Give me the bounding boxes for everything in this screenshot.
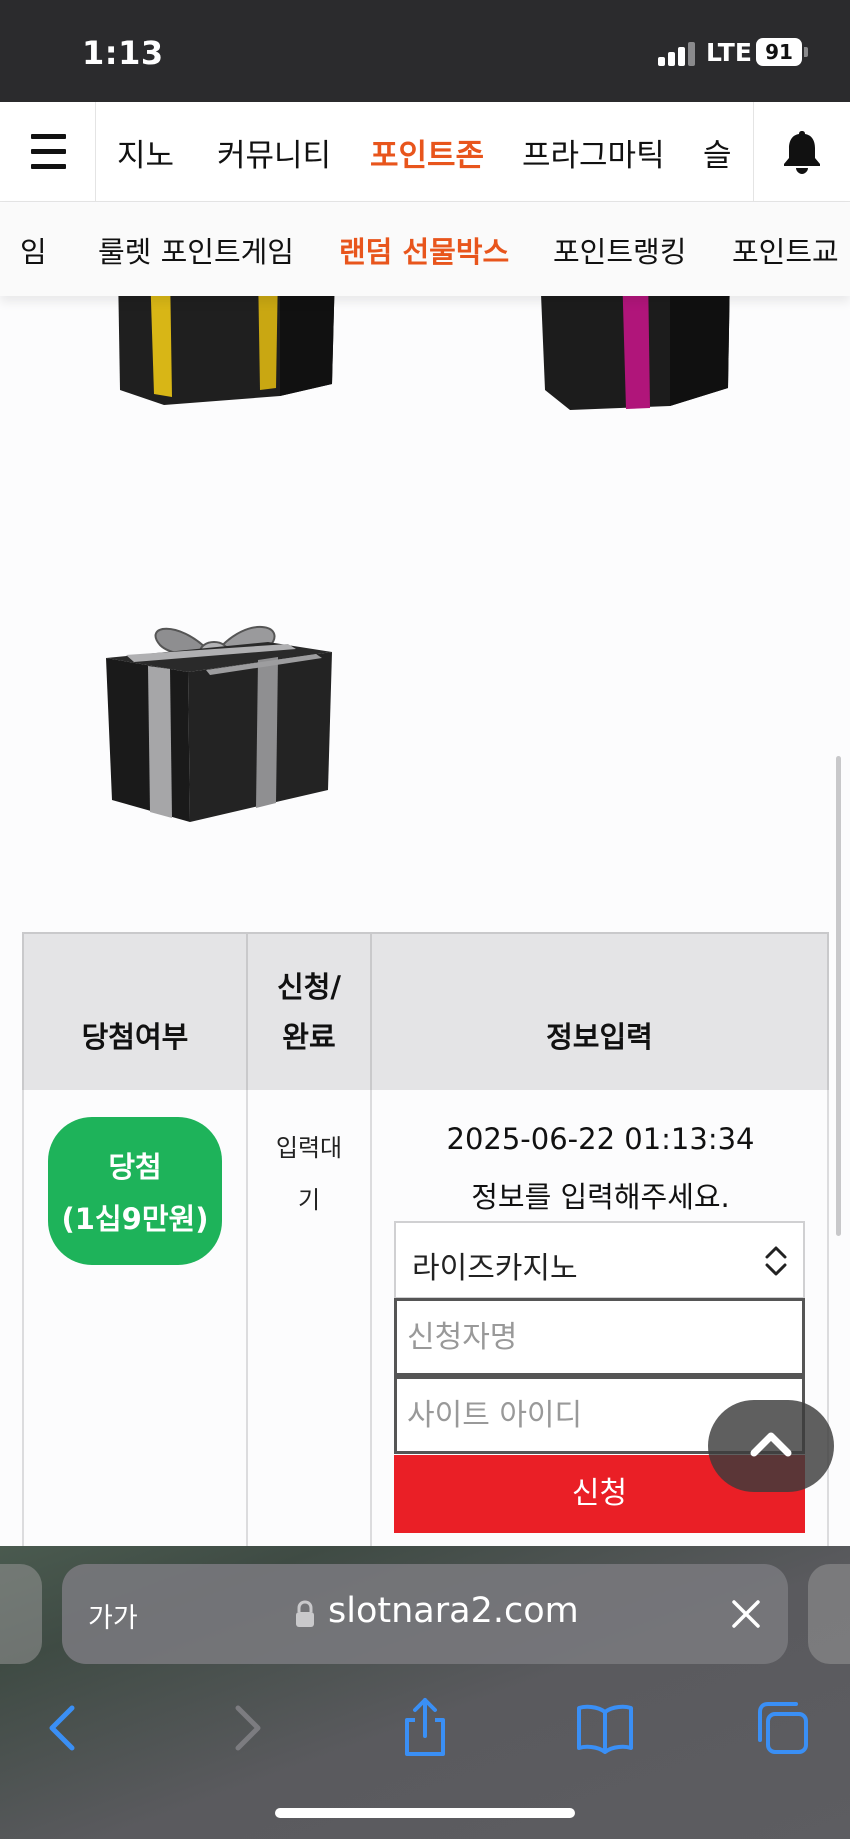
battery-tip bbox=[804, 47, 808, 57]
win-datetime: 2025-06-22 01:13:34 bbox=[446, 1122, 755, 1156]
select-arrows-icon bbox=[765, 1246, 787, 1276]
status-line2: 기 bbox=[297, 1186, 321, 1214]
sub-nav: 임 룰렛 포인트게임 랜덤 선물박스 포인트랭킹 포인트교 bbox=[0, 203, 850, 296]
address-bar[interactable]: 가가 slotnara2.com bbox=[62, 1564, 788, 1664]
win-badge: 당첨 (1십9만원) bbox=[48, 1117, 222, 1265]
notification-button[interactable] bbox=[753, 102, 850, 202]
page-scrollbar[interactable] bbox=[836, 756, 841, 1236]
header-info: 정보입력 bbox=[370, 932, 829, 1090]
network-label: LTE bbox=[706, 38, 752, 67]
header-status-line1: 신청/ bbox=[277, 970, 341, 1004]
nav-item-pragmatic[interactable]: 프라그마틱 bbox=[522, 130, 665, 175]
bell-icon bbox=[784, 131, 820, 174]
forward-icon[interactable] bbox=[214, 1696, 278, 1760]
browser-toolbar: 가가 slotnara2.com bbox=[0, 1546, 850, 1839]
lock-icon bbox=[296, 1600, 314, 1627]
status-bar: 1:13 LTE 91 bbox=[0, 0, 850, 102]
tabs-icon[interactable] bbox=[752, 1696, 816, 1760]
signal-icon bbox=[658, 42, 696, 66]
header-status-line2: 완료 bbox=[282, 1020, 336, 1054]
next-tab-preview[interactable] bbox=[808, 1564, 850, 1664]
page: 1:13 LTE 91 지노 커뮤니티 포인트존 프라그마틱 슬 임 룰렛 포인… bbox=[0, 0, 850, 1839]
text-size-button[interactable]: 가가 bbox=[88, 1596, 138, 1635]
nav-item-point-zone[interactable]: 포인트존 bbox=[370, 130, 484, 175]
sub-item-roulette[interactable]: 룰렛 포인트게임 bbox=[98, 229, 294, 271]
nav-item-community[interactable]: 커뮤니티 bbox=[217, 130, 331, 175]
status-time: 1:13 bbox=[82, 34, 164, 72]
prize-table: 당첨여부 신청/ 완료 정보입력 당첨 (1십9만원) 입력대 기 2025-0… bbox=[22, 932, 829, 1560]
top-nav-track: 지노 커뮤니티 포인트존 프라그마틱 슬 bbox=[97, 102, 752, 202]
gift-box-silver[interactable] bbox=[98, 600, 338, 840]
site-select-value: 라이즈카지노 bbox=[412, 1251, 578, 1286]
hamburger-icon bbox=[31, 134, 66, 139]
site-select[interactable]: 라이즈카지노 bbox=[394, 1221, 805, 1299]
nav-item-casino[interactable]: 지노 bbox=[117, 130, 174, 175]
sub-item-point-exchange[interactable]: 포인트교 bbox=[732, 229, 839, 271]
url-text: slotnara2.com bbox=[328, 1591, 579, 1631]
header-status: 신청/ 완료 bbox=[246, 932, 370, 1090]
battery-icon: 91 bbox=[756, 38, 802, 66]
header-result: 당첨여부 bbox=[22, 932, 246, 1090]
applicant-name-input[interactable] bbox=[394, 1298, 805, 1376]
back-icon[interactable] bbox=[32, 1696, 96, 1760]
top-nav: 지노 커뮤니티 포인트존 프라그마틱 슬 bbox=[0, 102, 850, 202]
scroll-top-button[interactable] bbox=[708, 1400, 834, 1492]
bookmarks-icon[interactable] bbox=[573, 1696, 637, 1760]
nav-item-slot[interactable]: 슬 bbox=[703, 130, 732, 175]
instruction-text: 정보를 입력해주세요. bbox=[471, 1180, 730, 1214]
win-amount: (1십9만원) bbox=[61, 1202, 209, 1236]
share-icon[interactable] bbox=[393, 1696, 457, 1760]
sub-item-game[interactable]: 임 bbox=[20, 229, 47, 271]
sub-item-point-ranking[interactable]: 포인트랭킹 bbox=[553, 229, 686, 271]
status-cell: 입력대 기 bbox=[248, 1122, 370, 1226]
home-indicator bbox=[275, 1808, 575, 1818]
close-icon[interactable] bbox=[726, 1594, 766, 1634]
previous-tab-preview[interactable] bbox=[0, 1564, 42, 1664]
chevron-up-icon bbox=[750, 1432, 792, 1457]
menu-button[interactable] bbox=[0, 102, 96, 202]
sub-item-random-giftbox[interactable]: 랜덤 선물박스 bbox=[339, 229, 509, 271]
status-line1: 입력대 bbox=[275, 1134, 343, 1162]
win-label: 당첨 bbox=[108, 1150, 162, 1184]
